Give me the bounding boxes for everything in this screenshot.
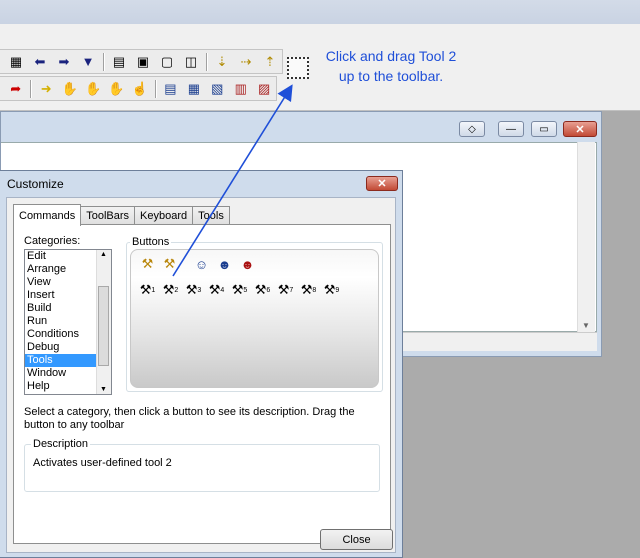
tab-label: Commands <box>19 209 76 222</box>
drag-arrow-overlay <box>172 84 293 277</box>
tab-commands[interactable]: Commands <box>13 204 82 226</box>
drag-arrow <box>172 84 293 277</box>
